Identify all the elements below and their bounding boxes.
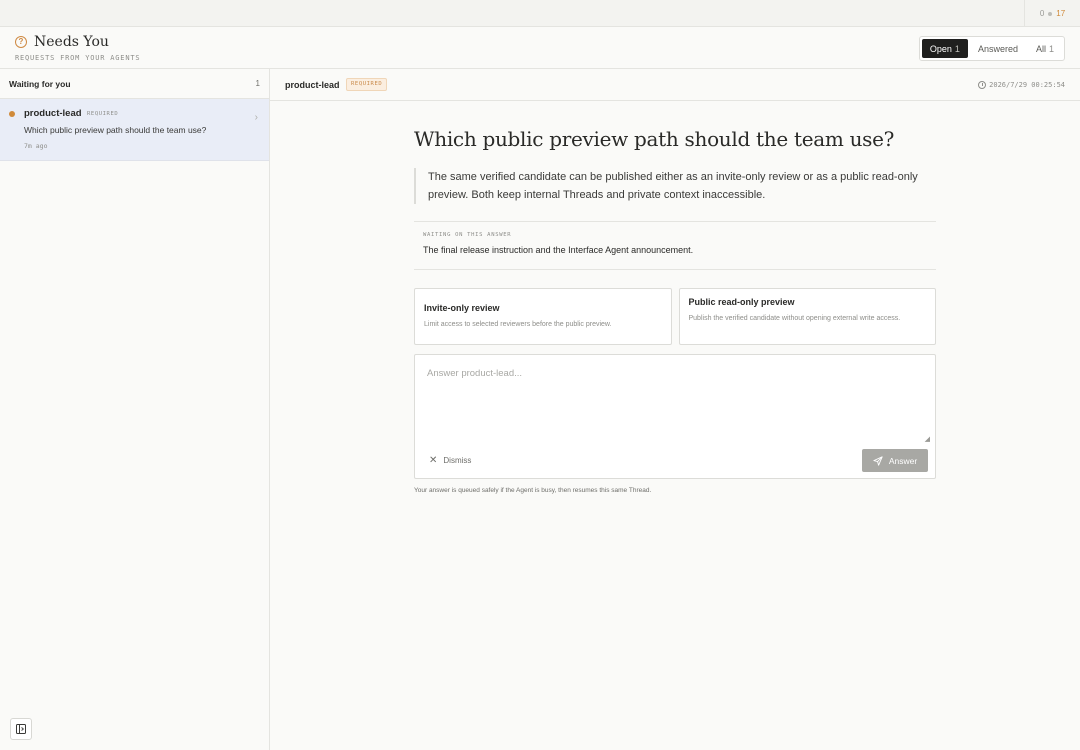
- request-question: Which public preview path should the tea…: [24, 125, 207, 135]
- timestamp: 2026/7/29 00:25:54: [978, 81, 1065, 89]
- resize-handle-icon[interactable]: ◢: [925, 435, 930, 443]
- page-title: Needs You: [34, 34, 109, 50]
- request-age: 7m ago: [24, 142, 48, 150]
- question-title: Which public preview path should the tea…: [414, 127, 895, 151]
- unread-dot-icon: [9, 111, 15, 117]
- option-invite-only[interactable]: Invite-only review Limit access to selec…: [414, 288, 672, 345]
- tab-open-count: 1: [954, 43, 960, 54]
- answer-button[interactable]: Answer: [862, 449, 928, 472]
- request-list-item[interactable]: product-lead REQUIRED Which public previ…: [0, 99, 269, 161]
- waiting-label: WAITING ON THIS ANSWER: [423, 232, 512, 238]
- required-badge: REQUIRED: [346, 78, 388, 91]
- close-icon: ✕: [429, 455, 438, 466]
- request-agent-name: product-lead: [24, 108, 82, 119]
- context-quote: The same verified candidate can be publi…: [414, 168, 936, 204]
- answer-box: ◢ ✕ Dismiss Answer: [414, 354, 936, 479]
- tab-all-count: 1: [1048, 43, 1054, 54]
- request-detail: Which public preview path should the tea…: [414, 101, 936, 494]
- answer-label: Answer: [888, 455, 918, 466]
- dismiss-button[interactable]: ✕ Dismiss: [429, 455, 471, 466]
- sidebar-panel-icon: [16, 724, 26, 734]
- dismiss-label: Dismiss: [443, 456, 472, 465]
- sidebar: Waiting for you 1 product-lead REQUIRED …: [0, 69, 270, 750]
- answer-options: Invite-only review Limit access to selec…: [414, 288, 936, 345]
- sidebar-count: 1: [255, 79, 260, 88]
- request-required-badge: REQUIRED: [87, 111, 119, 117]
- sidebar-header: Waiting for you 1: [0, 69, 269, 99]
- option-description: Publish the verified candidate without o…: [688, 315, 901, 322]
- page-header: ? Needs You REQUESTS FROM YOUR AGENTS Op…: [0, 27, 1080, 69]
- timestamp-text: 2026/7/29 00:25:54: [989, 81, 1065, 89]
- status-dot-icon: [1048, 11, 1053, 16]
- tab-answered-label: Answered: [977, 43, 1018, 54]
- waiting-section: WAITING ON THIS ANSWER The final release…: [414, 221, 936, 270]
- sidebar-toggle-button[interactable]: [10, 718, 32, 740]
- tab-open-label: Open: [929, 43, 952, 54]
- tab-all[interactable]: All 1: [1028, 39, 1062, 58]
- waiting-text: The final release instruction and the In…: [423, 245, 694, 255]
- option-description: Limit access to selected reviewers befor…: [424, 321, 612, 328]
- option-title: Public read-only preview: [688, 297, 795, 307]
- option-title: Invite-only review: [424, 303, 500, 313]
- send-icon: [873, 455, 883, 466]
- status-count-right: 17: [1056, 9, 1066, 18]
- answer-input[interactable]: [415, 355, 935, 445]
- tab-open[interactable]: Open 1: [921, 39, 968, 58]
- status-count-left: 0: [1039, 9, 1045, 18]
- sidebar-heading: Waiting for you: [9, 78, 71, 89]
- queue-hint: Your answer is queued safely if the Agen…: [414, 487, 652, 494]
- chevron-right-icon: ›: [254, 112, 258, 123]
- connection-status: 0 17: [1024, 0, 1080, 27]
- title-row: ? Needs You: [15, 34, 109, 50]
- filter-tabs: Open 1 Answered All 1: [918, 36, 1065, 61]
- clock-icon: [978, 81, 987, 89]
- tab-all-label: All: [1035, 43, 1046, 54]
- detail-header: product-lead REQUIRED 2026/7/29 00:25:54: [270, 69, 1080, 101]
- top-strip: 0 17: [0, 0, 1080, 27]
- tab-answered[interactable]: Answered: [970, 39, 1026, 58]
- option-public-preview[interactable]: Public read-only preview Publish the ver…: [678, 288, 936, 345]
- question-icon: ?: [15, 36, 27, 48]
- detail-agent-name: product-lead: [285, 80, 340, 90]
- page-subtitle: REQUESTS FROM YOUR AGENTS: [15, 54, 141, 62]
